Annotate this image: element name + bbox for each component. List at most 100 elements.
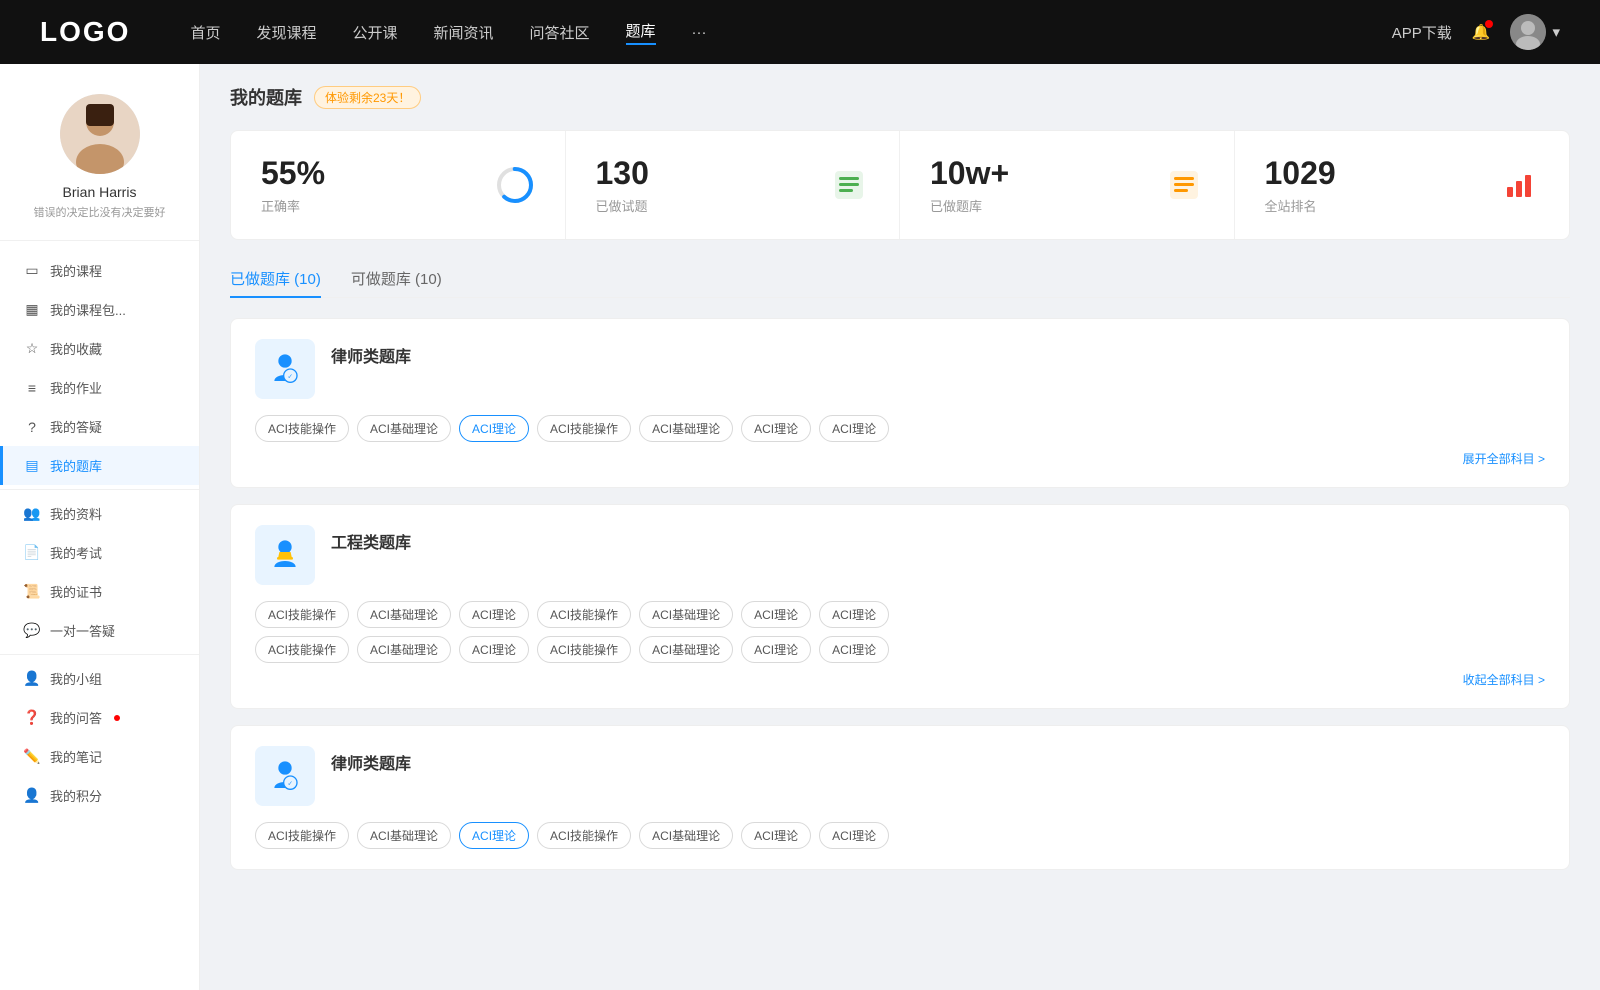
- course-icon: ▭: [24, 263, 40, 279]
- tag-item[interactable]: ACI理论: [741, 601, 811, 628]
- my-qa-icon: ❓: [24, 710, 40, 726]
- tag-item[interactable]: ACI基础理论: [639, 601, 733, 628]
- notification-bell[interactable]: 🔔: [1472, 23, 1491, 41]
- nav-news[interactable]: 新闻资讯: [434, 22, 494, 43]
- sidebar-item-certificate[interactable]: 📜 我的证书: [0, 572, 199, 611]
- tag-item[interactable]: ACI技能操作: [537, 415, 631, 442]
- tag-item[interactable]: ACI理论: [819, 601, 889, 628]
- sidebar-item-points[interactable]: 👤 我的积分: [0, 776, 199, 815]
- profile-section: Brian Harris 错误的决定比没有决定要好: [0, 94, 199, 241]
- tag-item[interactable]: ACI理论: [819, 415, 889, 442]
- sidebar-item-course-packages[interactable]: ▦ 我的课程包...: [0, 290, 199, 329]
- tag-item[interactable]: ACI技能操作: [537, 636, 631, 663]
- tag-item[interactable]: ACI理论: [819, 636, 889, 663]
- sidebar-item-group[interactable]: 👤 我的小组: [0, 659, 199, 698]
- tag-item[interactable]: ACI基础理论: [357, 415, 451, 442]
- sidebar-item-exam[interactable]: 📄 我的考试: [0, 533, 199, 572]
- tag-item[interactable]: ACI理论: [741, 636, 811, 663]
- tab-done-banks[interactable]: 已做题库 (10): [230, 260, 321, 297]
- list-orange-icon: [1164, 165, 1204, 205]
- sidebar-item-courses[interactable]: ▭ 我的课程: [0, 251, 199, 290]
- tag-item[interactable]: ACI理论: [459, 601, 529, 628]
- homework-icon: ≡: [24, 380, 40, 396]
- course-package-icon: ▦: [24, 302, 40, 318]
- tag-item[interactable]: ACI技能操作: [537, 601, 631, 628]
- sidebar-item-notes[interactable]: ✏️ 我的笔记: [0, 737, 199, 776]
- sidebar-item-qa[interactable]: ? 我的答疑: [0, 407, 199, 446]
- engineer-bank-title: 工程类题库: [331, 529, 411, 553]
- tag-item[interactable]: ACI基础理论: [357, 636, 451, 663]
- bank-card-lawyer-1: ✓ 律师类题库 ACI技能操作 ACI基础理论 ACI理论 ACI技能操作 AC…: [230, 318, 1570, 488]
- lawyer-bank-tags-2: ACI技能操作 ACI基础理论 ACI理论 ACI技能操作 ACI基础理论 AC…: [255, 822, 1545, 849]
- logo[interactable]: LOGO: [40, 16, 130, 48]
- svg-text:✓: ✓: [288, 780, 294, 787]
- avatar: [1510, 14, 1546, 50]
- sidebar-item-profile[interactable]: 👥 我的资料: [0, 494, 199, 533]
- bank-card-engineer: 工程类题库 ACI技能操作 ACI基础理论 ACI理论 ACI技能操作 ACI基…: [230, 504, 1570, 709]
- tag-item[interactable]: ACI技能操作: [255, 415, 349, 442]
- sidebar: Brian Harris 错误的决定比没有决定要好 ▭ 我的课程 ▦ 我的课程包…: [0, 64, 200, 990]
- lawyer-bank-icon: ✓: [255, 339, 315, 399]
- app-download-button[interactable]: APP下载: [1392, 22, 1452, 43]
- stat-accuracy: 55% 正确率: [231, 131, 566, 239]
- tag-item-active[interactable]: ACI理论: [459, 415, 529, 442]
- nav-open-class[interactable]: 公开课: [352, 22, 397, 43]
- main-layout: Brian Harris 错误的决定比没有决定要好 ▭ 我的课程 ▦ 我的课程包…: [0, 64, 1600, 990]
- stat-banks-label: 已做题库: [930, 196, 1152, 215]
- page-title: 我的题库: [230, 84, 302, 110]
- tag-item[interactable]: ACI理论: [741, 415, 811, 442]
- qa-dot: [114, 715, 120, 721]
- nav-more[interactable]: ···: [692, 24, 707, 41]
- page-header: 我的题库 体验剩余23天！: [230, 84, 1570, 110]
- nav-menu: 首页 发现课程 公开课 新闻资讯 问答社区 题库 ···: [190, 20, 1391, 45]
- profile-name: Brian Harris: [20, 184, 179, 200]
- engineer-bank-icon: [255, 525, 315, 585]
- tutoring-icon: 💬: [24, 623, 40, 639]
- tag-item[interactable]: ACI基础理论: [639, 415, 733, 442]
- tag-item[interactable]: ACI理论: [819, 822, 889, 849]
- chart-red-icon: [1499, 165, 1539, 205]
- expand-link-1[interactable]: 展开全部科目 >: [255, 450, 1545, 467]
- sidebar-item-tutoring[interactable]: 💬 一对一答疑: [0, 611, 199, 650]
- tag-item[interactable]: ACI技能操作: [255, 636, 349, 663]
- trial-badge: 体验剩余23天！: [314, 86, 421, 109]
- stat-rank-label: 全站排名: [1265, 196, 1488, 215]
- stat-done-banks: 10w+ 已做题库: [900, 131, 1235, 239]
- question-icon: ?: [24, 419, 40, 435]
- tag-item[interactable]: ACI基础理论: [357, 822, 451, 849]
- sidebar-divider-2: [0, 654, 199, 655]
- lawyer-bank-icon-2: ✓: [255, 746, 315, 806]
- tag-item[interactable]: ACI基础理论: [639, 636, 733, 663]
- nav-question-bank[interactable]: 题库: [626, 20, 656, 45]
- nav-qa[interactable]: 问答社区: [530, 22, 590, 43]
- sidebar-item-question-bank[interactable]: ▤ 我的题库: [0, 446, 199, 485]
- nav-courses[interactable]: 发现课程: [256, 22, 316, 43]
- user-avatar-menu[interactable]: ▾: [1510, 14, 1560, 50]
- sidebar-item-homework[interactable]: ≡ 我的作业: [0, 368, 199, 407]
- navbar-right: APP下载 🔔 ▾: [1392, 14, 1560, 50]
- tag-item[interactable]: ACI理论: [459, 636, 529, 663]
- accuracy-progress-icon: [495, 165, 535, 205]
- collapse-link[interactable]: 收起全部科目 >: [255, 671, 1545, 688]
- tag-item[interactable]: ACI技能操作: [255, 601, 349, 628]
- tag-item[interactable]: ACI基础理论: [357, 601, 451, 628]
- sidebar-item-favorites[interactable]: ☆ 我的收藏: [0, 329, 199, 368]
- profile-avatar: [60, 94, 140, 174]
- tag-item[interactable]: ACI技能操作: [537, 822, 631, 849]
- tag-item[interactable]: ACI基础理论: [639, 822, 733, 849]
- profile-motto: 错误的决定比没有决定要好: [20, 204, 179, 220]
- tag-item-active[interactable]: ACI理论: [459, 822, 529, 849]
- tag-item[interactable]: ACI理论: [741, 822, 811, 849]
- stat-done-value: 130: [596, 155, 818, 192]
- nav-home[interactable]: 首页: [190, 22, 220, 43]
- engineer-tags-row1: ACI技能操作 ACI基础理论 ACI理论 ACI技能操作 ACI基础理论 AC…: [255, 601, 1545, 628]
- stat-ranking: 1029 全站排名: [1235, 131, 1570, 239]
- tag-item[interactable]: ACI技能操作: [255, 822, 349, 849]
- stat-done-label: 已做试题: [596, 196, 818, 215]
- stat-accuracy-label: 正确率: [261, 196, 483, 215]
- svg-text:✓: ✓: [288, 373, 294, 380]
- sidebar-item-my-qa[interactable]: ❓ 我的问答: [0, 698, 199, 737]
- tab-available-banks[interactable]: 可做题库 (10): [351, 260, 442, 297]
- main-content: 我的题库 体验剩余23天！ 55% 正确率 130: [200, 64, 1600, 990]
- engineer-tags-row2: ACI技能操作 ACI基础理论 ACI理论 ACI技能操作 ACI基础理论 AC…: [255, 636, 1545, 663]
